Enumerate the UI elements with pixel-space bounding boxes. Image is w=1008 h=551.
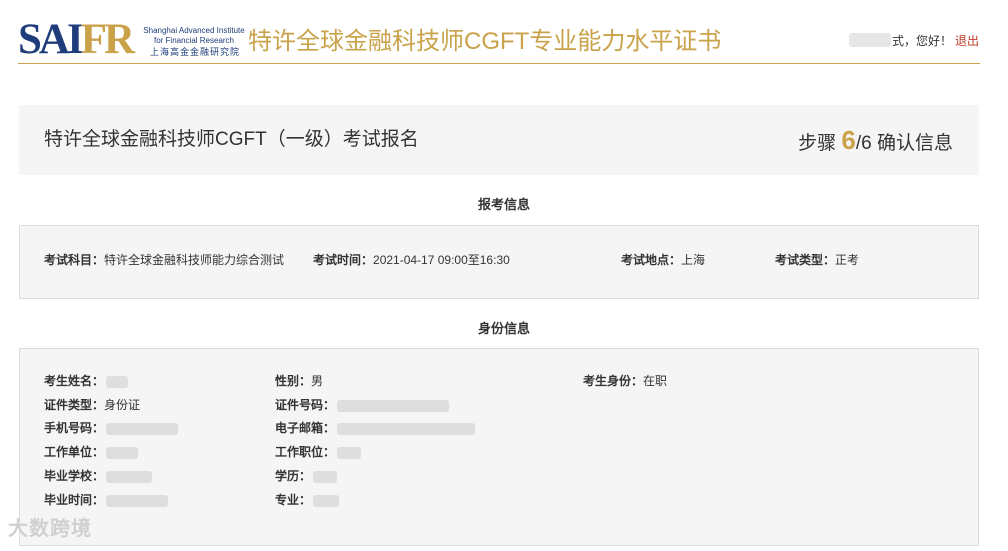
- header-title: 特许全球金融科技师CGFT专业能力水平证书: [248, 28, 722, 55]
- education-label: 学历：: [275, 469, 312, 483]
- redacted-value: [106, 375, 129, 388]
- major-label: 专业：: [275, 493, 312, 507]
- redacted-value: [313, 494, 340, 507]
- redacted-value: [106, 446, 139, 459]
- exam-location: 考试地点：上海: [621, 252, 705, 268]
- education: 学历：: [275, 468, 338, 484]
- user-name-redacted: [849, 33, 891, 47]
- step-prefix: 步骤: [798, 133, 842, 154]
- step-current: 6: [841, 125, 856, 155]
- job-title: 工作职位：: [275, 444, 362, 460]
- redacted-value: [337, 422, 476, 435]
- exam-subject: 考试科目：特许全球金融科技师能力综合测试: [44, 252, 284, 268]
- graduation-date-label: 毕业时间：: [44, 493, 105, 507]
- saifr-logo[interactable]: SAIFR Shanghai Advanced Institute for Fi…: [18, 16, 245, 63]
- header-divider: [18, 63, 980, 64]
- logo-sub-line1: Shanghai Advanced Institute: [143, 26, 245, 35]
- graduation-date: 毕业时间：: [44, 492, 169, 508]
- redacted-value: [313, 470, 338, 483]
- exam-subject-value: 特许全球金融科技师能力综合测试: [104, 253, 285, 267]
- identity-info-heading: 身份信息: [477, 321, 530, 336]
- email-label: 电子邮箱：: [275, 421, 336, 435]
- registration-title-panel: 特许全球金融科技师CGFT（一级）考试报名 步骤 6/6 确认信息: [19, 105, 979, 175]
- logo-mark-left: SAI: [18, 16, 84, 63]
- candidate-name-label: 考生姓名：: [44, 374, 105, 388]
- logo-mark: SAIFR: [18, 16, 135, 63]
- id-type: 证件类型：身份证: [44, 397, 140, 413]
- logo-sub-line2: for Financial Research: [153, 36, 235, 45]
- page-title: 特许全球金融科技师CGFT（一级）考试报名: [44, 129, 419, 150]
- redacted-value: [106, 422, 179, 435]
- id-type-value: 身份证: [104, 398, 141, 412]
- candidate-name: 考生姓名：: [44, 373, 129, 389]
- logout-link[interactable]: 退出: [955, 34, 979, 48]
- exam-subject-label: 考试科目：: [44, 253, 105, 267]
- identity-info-box: 考生姓名： 性别：男 考生身份：在职 证件类型：身份证 证件号码： 手机号码： …: [19, 348, 979, 546]
- exam-location-label: 考试地点：: [621, 253, 682, 267]
- employer-label: 工作单位：: [44, 445, 105, 459]
- exam-time-value: 2021-04-17 09:00至16:30: [373, 253, 510, 267]
- graduation-school: 毕业学校：: [44, 468, 153, 484]
- redacted-value: [337, 399, 450, 412]
- phone-number-label: 手机号码：: [44, 421, 105, 435]
- candidate-status-value: 在职: [643, 374, 668, 388]
- employer: 工作单位：: [44, 444, 139, 460]
- major: 专业：: [275, 492, 340, 508]
- exam-info-box: 考试科目：特许全球金融科技师能力综合测试 考试时间：2021-04-17 09:…: [19, 225, 979, 299]
- exam-time-label: 考试时间：: [313, 253, 374, 267]
- job-title-label: 工作职位：: [275, 445, 336, 459]
- exam-type-value: 正考: [835, 253, 860, 267]
- gender-label: 性别：: [275, 374, 312, 388]
- phone-number: 手机号码：: [44, 420, 179, 436]
- email: 电子邮箱：: [275, 420, 476, 436]
- logo-mark-right: FR: [80, 16, 135, 63]
- candidate-status: 考生身份：在职: [583, 373, 667, 389]
- user-greeting: 式，您好！: [892, 34, 953, 48]
- page-header: SAIFR Shanghai Advanced Institute for Fi…: [0, 0, 1008, 64]
- exam-type-label: 考试类型：: [775, 253, 836, 267]
- step-indicator: 步骤 6/6 确认信息: [798, 127, 953, 157]
- redacted-value: [106, 494, 169, 507]
- id-number-label: 证件号码：: [275, 398, 336, 412]
- graduation-school-label: 毕业学校：: [44, 469, 105, 483]
- exam-info-heading: 报考信息: [477, 197, 530, 212]
- exam-type: 考试类型：正考: [775, 252, 859, 268]
- step-total: /6 确认信息: [855, 133, 953, 154]
- exam-location-value: 上海: [681, 253, 706, 267]
- redacted-value: [337, 446, 362, 459]
- id-number: 证件号码：: [275, 397, 450, 413]
- id-type-label: 证件类型：: [44, 398, 105, 412]
- candidate-status-label: 考生身份：: [583, 374, 644, 388]
- logo-sub-cn: 上海高金金融研究院: [149, 47, 240, 57]
- watermark: 大数跨境: [8, 518, 92, 540]
- gender: 性别：男: [275, 373, 323, 389]
- exam-time: 考试时间：2021-04-17 09:00至16:30: [313, 252, 510, 268]
- gender-value: 男: [311, 374, 324, 388]
- redacted-value: [106, 470, 153, 483]
